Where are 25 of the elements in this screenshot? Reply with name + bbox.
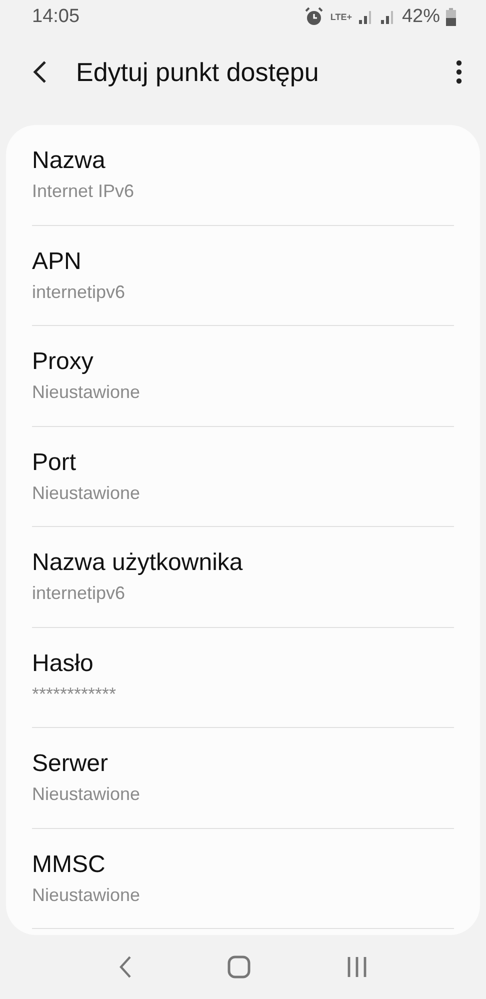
field-value: Nieustawione bbox=[32, 382, 140, 404]
field-label[interactable]: Serwer bbox=[32, 750, 108, 778]
field-label[interactable]: MMSC bbox=[32, 850, 106, 879]
field-value: Nieustawione bbox=[32, 784, 140, 806]
clock-time: 14:05 bbox=[32, 6, 80, 28]
signal-icon bbox=[358, 9, 374, 25]
alarm-clock-icon bbox=[304, 7, 324, 27]
signal-icon bbox=[380, 9, 396, 25]
battery-icon bbox=[446, 8, 456, 26]
battery-percent: 42% bbox=[402, 6, 440, 28]
field-label[interactable]: Port bbox=[32, 448, 76, 477]
field-value: Nieustawione bbox=[32, 482, 140, 504]
field-value: Internet IPv6 bbox=[32, 181, 134, 202]
page-title: Edytuj punkt dostępu bbox=[76, 56, 320, 88]
field-label[interactable]: Nazwa użytkownika bbox=[32, 549, 243, 578]
field-value: ************ bbox=[32, 684, 116, 705]
field-value: Nieustawione bbox=[32, 884, 140, 906]
field-label[interactable]: Nazwa bbox=[32, 147, 106, 176]
field-label[interactable]: APN bbox=[32, 248, 82, 276]
network-type: LTE+ bbox=[330, 12, 352, 22]
field-value: internetipv6 bbox=[32, 282, 126, 303]
more-options-icon[interactable] bbox=[456, 60, 462, 84]
field-value: internetipv6 bbox=[32, 583, 126, 604]
field-label[interactable]: Hasło bbox=[32, 650, 94, 678]
field-label[interactable]: Proxy bbox=[32, 348, 94, 376]
